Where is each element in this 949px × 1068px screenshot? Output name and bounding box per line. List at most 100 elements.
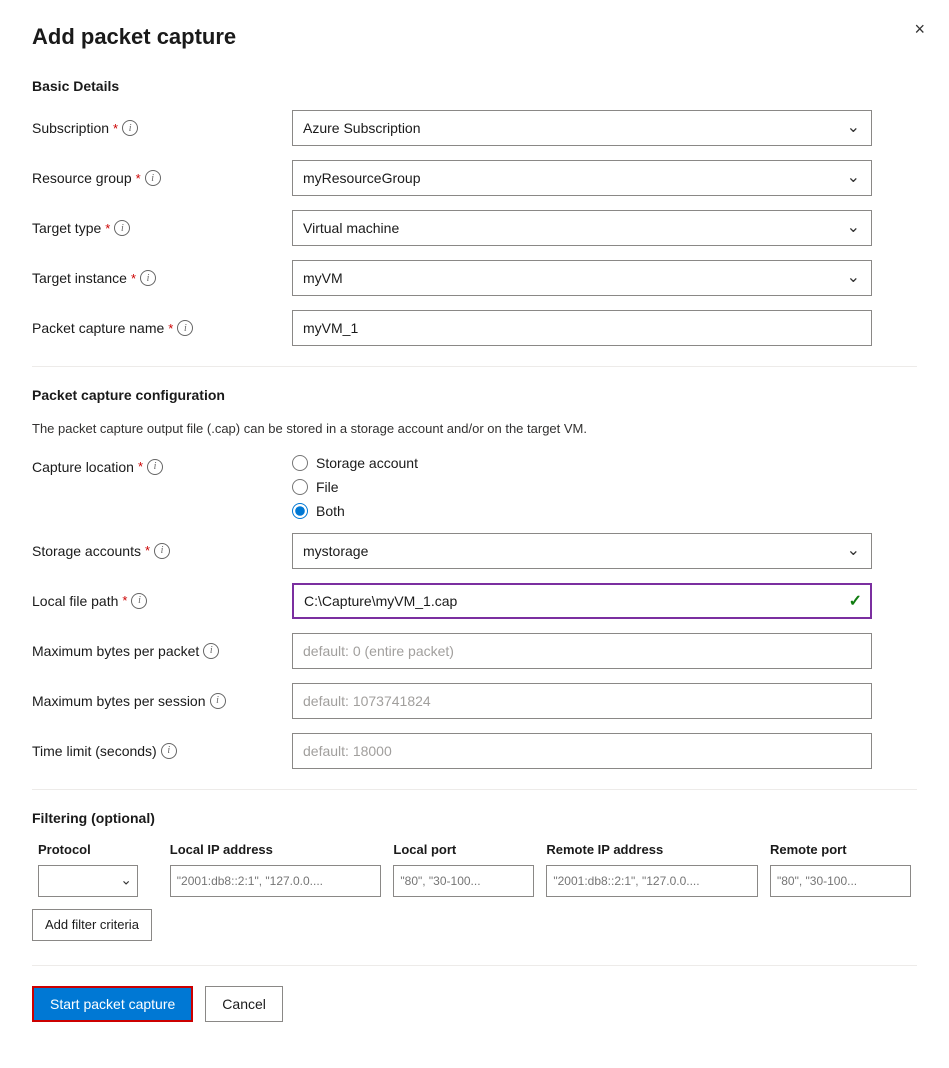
resource-group-select-wrapper: myResourceGroup [292, 160, 872, 196]
target-instance-select[interactable]: myVM [292, 260, 872, 296]
config-description: The packet capture output file (.cap) ca… [32, 419, 917, 439]
local-file-path-required: * [122, 593, 127, 608]
packet-capture-name-required: * [168, 321, 173, 336]
filter-local-port-input[interactable] [393, 865, 534, 897]
resource-group-control: myResourceGroup [292, 160, 872, 196]
subscription-row: Subscription * i Azure Subscription [32, 110, 917, 146]
time-limit-control [292, 733, 872, 769]
col-header-local-ip: Local IP address [164, 842, 388, 865]
filter-protocol-cell: TCP UDP Any [32, 865, 164, 897]
add-packet-capture-dialog: Add packet capture × Basic Details Subsc… [0, 0, 949, 1068]
filtering-section-title: Filtering (optional) [32, 810, 917, 826]
radio-both-input[interactable] [292, 503, 308, 519]
subscription-label: Subscription * i [32, 120, 292, 136]
filter-local-ip-input[interactable] [170, 865, 382, 897]
max-bytes-session-label: Maximum bytes per session i [32, 693, 292, 709]
resource-group-info-icon[interactable]: i [145, 170, 161, 186]
target-instance-label: Target instance * i [32, 270, 292, 286]
local-file-path-input[interactable] [292, 583, 872, 619]
local-file-path-info-icon[interactable]: i [131, 593, 147, 609]
target-type-row: Target type * i Virtual machine [32, 210, 917, 246]
max-bytes-packet-info-icon[interactable]: i [203, 643, 219, 659]
storage-accounts-control: mystorage [292, 533, 872, 569]
basic-details-section-title: Basic Details [32, 78, 917, 94]
time-limit-info-icon[interactable]: i [161, 743, 177, 759]
packet-capture-name-control [292, 310, 872, 346]
max-bytes-packet-control [292, 633, 872, 669]
filter-remote-ip-input[interactable] [546, 865, 758, 897]
max-bytes-session-control [292, 683, 872, 719]
dialog-title: Add packet capture [32, 24, 917, 50]
filter-protocol-select[interactable]: TCP UDP Any [38, 865, 138, 897]
target-instance-required: * [131, 271, 136, 286]
max-bytes-session-info-icon[interactable]: i [210, 693, 226, 709]
target-instance-control: myVM [292, 260, 872, 296]
max-bytes-session-input[interactable] [292, 683, 872, 719]
radio-storage-account-input[interactable] [292, 455, 308, 471]
target-type-label: Target type * i [32, 220, 292, 236]
packet-capture-name-row: Packet capture name * i [32, 310, 917, 346]
time-limit-row: Time limit (seconds) i [32, 733, 917, 769]
target-instance-info-icon[interactable]: i [140, 270, 156, 286]
col-header-protocol: Protocol [32, 842, 164, 865]
local-file-path-control: ✓ [292, 583, 872, 619]
subscription-select[interactable]: Azure Subscription [292, 110, 872, 146]
filter-local-port-cell [387, 865, 540, 897]
target-type-info-icon[interactable]: i [114, 220, 130, 236]
target-type-select[interactable]: Virtual machine [292, 210, 872, 246]
filter-table: Protocol Local IP address Local port Rem… [32, 842, 917, 897]
start-packet-capture-button[interactable]: Start packet capture [32, 986, 193, 1022]
filter-remote-port-cell [764, 865, 917, 897]
filtering-section: Filtering (optional) Protocol Local IP a… [32, 810, 917, 941]
local-file-path-input-wrapper: ✓ [292, 583, 872, 619]
footer: Start packet capture Cancel [32, 965, 917, 1022]
cancel-button[interactable]: Cancel [205, 986, 283, 1022]
storage-accounts-select-wrapper: mystorage [292, 533, 872, 569]
storage-accounts-label: Storage accounts * i [32, 543, 292, 559]
local-file-path-label: Local file path * i [32, 593, 292, 609]
radio-storage-account[interactable]: Storage account [292, 455, 872, 471]
local-file-path-row: Local file path * i ✓ [32, 583, 917, 619]
col-header-local-port: Local port [387, 842, 540, 865]
filter-remote-port-input[interactable] [770, 865, 911, 897]
radio-file-input[interactable] [292, 479, 308, 495]
col-header-remote-port: Remote port [764, 842, 917, 865]
filter-protocol-select-wrapper: TCP UDP Any [38, 865, 138, 897]
resource-group-label: Resource group * i [32, 170, 292, 186]
capture-location-required: * [138, 459, 143, 474]
packet-capture-name-input[interactable] [292, 310, 872, 346]
subscription-control: Azure Subscription [292, 110, 872, 146]
capture-location-control: Storage account File Both [292, 455, 872, 519]
col-header-remote-ip: Remote IP address [540, 842, 764, 865]
storage-accounts-info-icon[interactable]: i [154, 543, 170, 559]
divider-2 [32, 789, 917, 790]
time-limit-input[interactable] [292, 733, 872, 769]
max-bytes-packet-label: Maximum bytes per packet i [32, 643, 292, 659]
target-instance-row: Target instance * i myVM [32, 260, 917, 296]
subscription-required: * [113, 121, 118, 136]
capture-location-info-icon[interactable]: i [147, 459, 163, 475]
target-type-control: Virtual machine [292, 210, 872, 246]
storage-accounts-select[interactable]: mystorage [292, 533, 872, 569]
resource-group-required: * [136, 171, 141, 186]
capture-location-radio-group: Storage account File Both [292, 455, 872, 519]
target-instance-select-wrapper: myVM [292, 260, 872, 296]
max-bytes-packet-input[interactable] [292, 633, 872, 669]
add-filter-criteria-button[interactable]: Add filter criteria [32, 909, 152, 941]
check-icon: ✓ [849, 591, 862, 611]
packet-capture-name-label: Packet capture name * i [32, 320, 292, 336]
capture-location-row: Capture location * i Storage account Fil… [32, 455, 917, 519]
subscription-select-wrapper: Azure Subscription [292, 110, 872, 146]
max-bytes-packet-row: Maximum bytes per packet i [32, 633, 917, 669]
config-section-title: Packet capture configuration [32, 387, 917, 403]
divider-1 [32, 366, 917, 367]
packet-capture-name-info-icon[interactable]: i [177, 320, 193, 336]
close-button[interactable]: × [914, 20, 925, 38]
subscription-info-icon[interactable]: i [122, 120, 138, 136]
filter-local-ip-cell [164, 865, 388, 897]
max-bytes-session-row: Maximum bytes per session i [32, 683, 917, 719]
target-type-required: * [105, 221, 110, 236]
radio-both[interactable]: Both [292, 503, 872, 519]
radio-file[interactable]: File [292, 479, 872, 495]
resource-group-select[interactable]: myResourceGroup [292, 160, 872, 196]
